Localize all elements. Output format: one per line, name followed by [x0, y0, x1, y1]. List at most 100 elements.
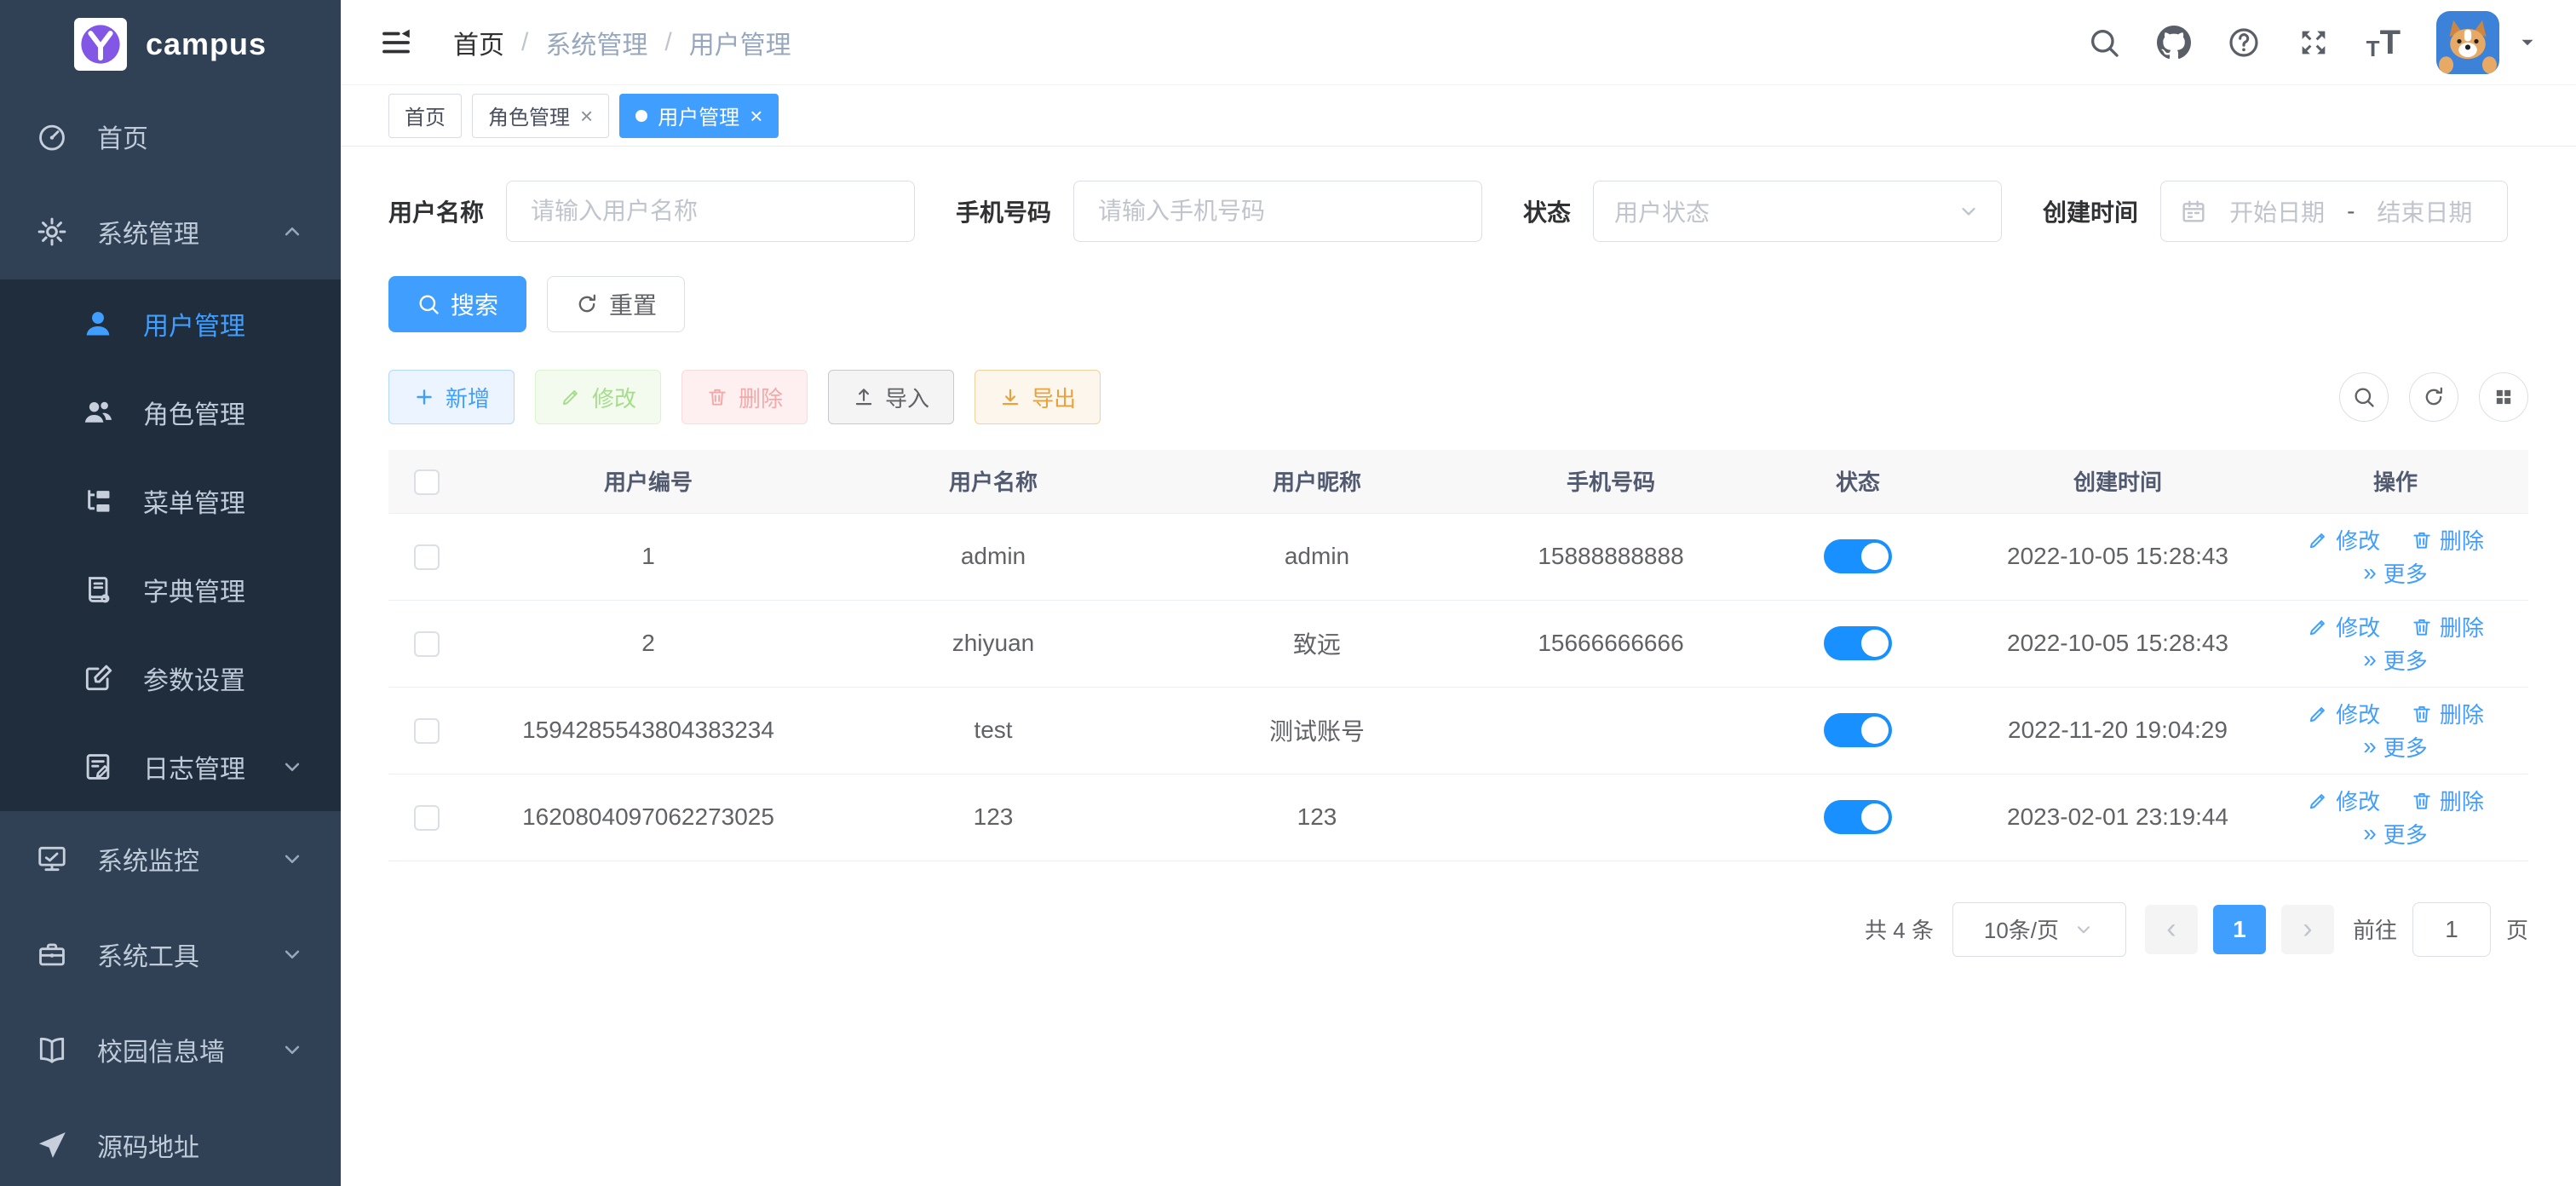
row-edit-link[interactable]: 修改	[2307, 785, 2380, 816]
row-checkbox[interactable]	[414, 718, 440, 744]
trash-icon	[2411, 703, 2433, 725]
help-icon[interactable]	[2227, 26, 2261, 60]
sidebar-item-label: 参数设置	[143, 659, 245, 697]
column-settings-button[interactable]	[2479, 372, 2528, 422]
sidebar-item-source-code[interactable]: 源码地址	[0, 1097, 341, 1186]
github-icon[interactable]	[2157, 26, 2191, 60]
username-input[interactable]	[506, 181, 915, 242]
close-icon[interactable]: ×	[580, 105, 593, 127]
page-unit-label: 页	[2506, 913, 2528, 945]
caret-down-icon[interactable]	[2516, 32, 2539, 54]
row-more-link[interactable]: »更多	[2363, 644, 2428, 676]
row-delete-link[interactable]: 删除	[2411, 524, 2484, 556]
reset-button[interactable]: 重置	[547, 276, 685, 332]
search-icon[interactable]	[2087, 26, 2121, 60]
status-select[interactable]: 用户状态	[1593, 181, 2002, 242]
sidebar-item-system-monitor[interactable]: 系统监控	[0, 811, 341, 907]
row-edit-link[interactable]: 修改	[2307, 611, 2380, 642]
add-button[interactable]: 新增	[388, 370, 515, 424]
page-jumper: 前往 页	[2353, 902, 2528, 957]
search-button-label: 搜索	[451, 287, 498, 321]
phone-label: 手机号码	[956, 194, 1051, 228]
chevron-up-icon	[279, 219, 305, 245]
monitor-icon	[36, 843, 68, 875]
row-delete-link[interactable]: 删除	[2411, 785, 2484, 816]
status-switch[interactable]	[1824, 626, 1892, 660]
sidebar-item-system-management[interactable]: 系统管理	[0, 184, 341, 279]
sidebar-item-label: 用户管理	[143, 305, 245, 343]
sidebar-item-role-management[interactable]: 角色管理	[0, 368, 341, 457]
status-switch[interactable]	[1824, 539, 1892, 573]
row-more-link[interactable]: »更多	[2363, 731, 2428, 763]
column-header-operations: 操作	[2263, 450, 2528, 513]
breadcrumb-separator: /	[664, 28, 671, 57]
sidebar-item-label: 校园信息墙	[97, 1031, 225, 1068]
double-arrow-icon: »	[2363, 821, 2377, 845]
goto-page-input[interactable]	[2412, 902, 2491, 957]
tab-user-management[interactable]: 用户管理 ×	[619, 94, 779, 138]
sidebar-item-user-management[interactable]: 用户管理	[0, 279, 341, 368]
select-all-checkbox[interactable]	[414, 469, 440, 495]
row-edit-link[interactable]: 修改	[2307, 524, 2380, 556]
close-icon[interactable]: ×	[750, 105, 762, 127]
tab-role-management[interactable]: 角色管理 ×	[472, 94, 609, 138]
filter-username: 用户名称	[388, 181, 915, 242]
tab-home[interactable]: 首页	[388, 94, 462, 138]
avatar[interactable]	[2436, 11, 2499, 74]
row-more-link[interactable]: »更多	[2363, 818, 2428, 849]
status-switch[interactable]	[1824, 800, 1892, 834]
sidebar-fold-icon[interactable]	[378, 25, 414, 60]
refresh-table-button[interactable]	[2409, 372, 2458, 422]
goto-label: 前往	[2353, 913, 2397, 945]
cell-nickname: 致远	[1155, 600, 1479, 687]
search-button[interactable]: 搜索	[388, 276, 526, 332]
sidebar-item-campus-wall[interactable]: 校园信息墙	[0, 1002, 341, 1097]
breadcrumb-home[interactable]: 首页	[453, 24, 504, 61]
app-logo[interactable]: campus	[0, 0, 341, 89]
user-table: 用户编号 用户名称 用户昵称 手机号码 状态 创建时间 操作 1 admin a…	[388, 450, 2528, 861]
date-range-picker[interactable]: 开始日期 - 结束日期	[2160, 181, 2508, 242]
sidebar: campus 首页 系统管理 用户管理 角色管理 菜单管理	[0, 0, 341, 1186]
cell-username: 123	[831, 774, 1155, 861]
edit-button[interactable]: 修改	[535, 370, 661, 424]
sidebar-item-dict-management[interactable]: 字典管理	[0, 545, 341, 634]
row-delete-link[interactable]: 删除	[2411, 698, 2484, 729]
sidebar-item-menu-management[interactable]: 菜单管理	[0, 457, 341, 545]
chevron-down-icon	[279, 846, 305, 872]
add-button-label: 新增	[446, 382, 490, 413]
import-button[interactable]: 导入	[828, 370, 954, 424]
sidebar-item-system-tools[interactable]: 系统工具	[0, 907, 341, 1002]
delete-button[interactable]: 删除	[681, 370, 808, 424]
next-page-button[interactable]: ›	[2281, 905, 2334, 954]
double-arrow-icon: »	[2363, 734, 2377, 758]
row-edit-link[interactable]: 修改	[2307, 698, 2380, 729]
phone-input[interactable]	[1073, 181, 1482, 242]
row-checkbox[interactable]	[414, 544, 440, 570]
current-page-button[interactable]: 1	[2213, 905, 2266, 954]
row-more-link[interactable]: »更多	[2363, 557, 2428, 589]
toolbox-icon	[36, 938, 68, 970]
double-arrow-icon: »	[2363, 561, 2377, 584]
cell-username: zhiyuan	[831, 600, 1155, 687]
page-size-select[interactable]: 10条/页	[1952, 902, 2126, 957]
export-button-label: 导出	[1032, 382, 1076, 413]
column-header-user-id: 用户编号	[465, 450, 831, 513]
font-size-icon[interactable]: TT	[2366, 26, 2401, 60]
created-label: 创建时间	[2043, 194, 2138, 228]
chevron-down-icon	[2073, 918, 2095, 941]
tree-table-icon	[82, 485, 114, 517]
row-checkbox[interactable]	[414, 631, 440, 657]
row-checkbox[interactable]	[414, 805, 440, 831]
sidebar-item-home[interactable]: 首页	[0, 89, 341, 184]
export-button[interactable]: 导出	[975, 370, 1101, 424]
status-switch[interactable]	[1824, 713, 1892, 747]
fullscreen-icon[interactable]	[2297, 26, 2331, 60]
pagination: 共 4 条 10条/页 ‹ 1 › 前往 页	[388, 902, 2528, 957]
row-delete-link[interactable]: 删除	[2411, 611, 2484, 642]
show-search-toggle-button[interactable]	[2339, 372, 2389, 422]
trash-icon	[706, 386, 728, 408]
prev-page-button[interactable]: ‹	[2145, 905, 2198, 954]
sidebar-item-log-management[interactable]: 日志管理	[0, 723, 341, 811]
end-date-placeholder: 结束日期	[2377, 194, 2472, 228]
sidebar-item-param-settings[interactable]: 参数设置	[0, 634, 341, 723]
